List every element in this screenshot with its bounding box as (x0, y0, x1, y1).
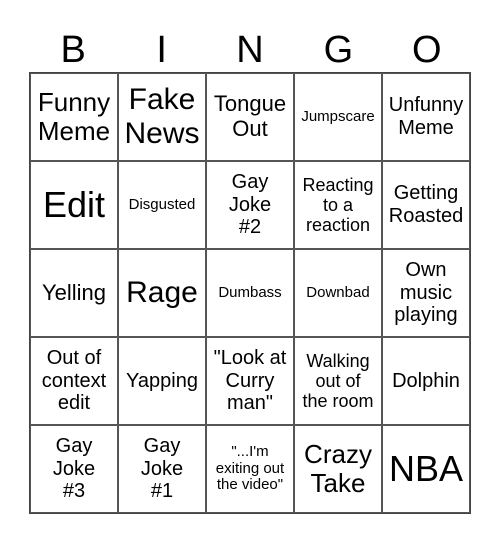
bingo-cell[interactable]: Fake News (118, 73, 206, 161)
bingo-cell[interactable]: Crazy Take (294, 425, 382, 513)
bingo-header: B I N G O (29, 28, 471, 72)
cell-label: Unfunny Meme (388, 94, 464, 139)
bingo-cell[interactable]: Funny Meme (30, 73, 118, 161)
bingo-cell[interactable]: "...I'm exiting out the video" (206, 425, 294, 513)
cell-label: Walking out of the room (302, 350, 374, 412)
cell-label: Jumpscare (301, 107, 375, 125)
cell-label: Dolphin (392, 369, 460, 392)
cell-label: Disgusted (128, 195, 196, 213)
cell-label: Gay Joke #3 (52, 435, 96, 503)
bingo-board: Funny Meme Fake News Tongue Out Jumpscar… (29, 72, 471, 514)
cell-label: "Look at Curry man" (213, 347, 287, 415)
bingo-cell[interactable]: Walking out of the room (294, 337, 382, 425)
bingo-cell[interactable]: "Look at Curry man" (206, 337, 294, 425)
cell-label: Rage (126, 276, 198, 310)
bingo-cell[interactable]: Rage (118, 249, 206, 337)
bingo-cell[interactable]: Edit (30, 161, 118, 249)
bingo-cell[interactable]: Reacting to a reaction (294, 161, 382, 249)
cell-label: Crazy Take (304, 438, 372, 498)
cell-label: NBA (388, 447, 464, 489)
bingo-cell[interactable]: Unfunny Meme (382, 73, 470, 161)
bingo-cell[interactable]: NBA (382, 425, 470, 513)
bingo-cell[interactable]: Own music playing (382, 249, 470, 337)
bingo-cell[interactable]: Gay Joke #3 (30, 425, 118, 513)
header-letter-n: N (236, 29, 264, 71)
bingo-cell[interactable]: Downbad (294, 249, 382, 337)
cell-label: Funny Meme (37, 86, 111, 146)
bingo-cell[interactable]: Yapping (118, 337, 206, 425)
bingo-cell[interactable]: Tongue Out (206, 73, 294, 161)
cell-label: Gay Joke #1 (140, 435, 184, 503)
cell-label: Yelling (41, 279, 107, 305)
cell-label: Fake News (124, 83, 200, 150)
bingo-cell[interactable]: Gay Joke #2 (206, 161, 294, 249)
bingo-cell[interactable]: Dumbass (206, 249, 294, 337)
bingo-cell[interactable]: Getting Roasted (382, 161, 470, 249)
bingo-cell[interactable]: Dolphin (382, 337, 470, 425)
bingo-cell[interactable]: Jumpscare (294, 73, 382, 161)
bingo-cell[interactable]: Gay Joke #1 (118, 425, 206, 513)
bingo-cell[interactable]: Out of context edit (30, 337, 118, 425)
cell-label: Own music playing (394, 259, 458, 327)
cell-label: Downbad (306, 283, 370, 301)
cell-label: Edit (42, 183, 106, 225)
bingo-cell[interactable]: Yelling (30, 249, 118, 337)
cell-label: Out of context edit (41, 347, 107, 415)
header-letter-g: G (323, 29, 354, 71)
cell-label: Dumbass (218, 283, 282, 301)
cell-label: "...I'm exiting out the video" (215, 442, 285, 494)
header-letter-b: B (60, 29, 86, 71)
cell-label: Gay Joke #2 (228, 171, 272, 239)
cell-label: Reacting to a reaction (302, 174, 374, 236)
bingo-cell[interactable]: Disgusted (118, 161, 206, 249)
header-letter-i: I (156, 29, 167, 71)
cell-label: Getting Roasted (388, 182, 464, 227)
cell-label: Yapping (126, 369, 198, 392)
header-letter-o: O (412, 29, 442, 71)
cell-label: Tongue Out (213, 91, 287, 141)
